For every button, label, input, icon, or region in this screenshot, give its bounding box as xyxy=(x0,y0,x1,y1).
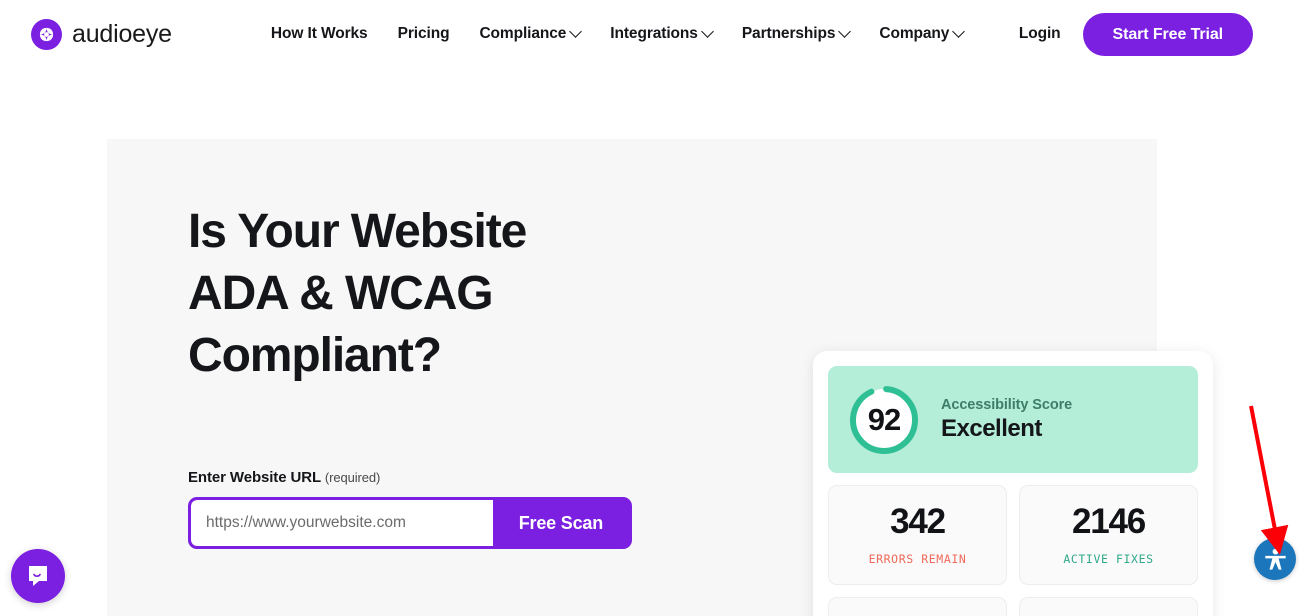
scan-results-card: 92 Accessibility Score Excellent 342 ERR… xyxy=(813,351,1213,616)
scan-form-block: Enter Website URL (required) Free Scan xyxy=(188,469,632,549)
stat-card-errors-remain: 342 ERRORS REMAIN xyxy=(828,485,1007,585)
score-gauge: 92 xyxy=(846,382,922,458)
site-header: audioeye How It Works Pricing Compliance… xyxy=(0,0,1305,68)
logo-link[interactable]: audioeye xyxy=(31,18,172,50)
chevron-down-icon xyxy=(952,24,966,38)
accessibility-widget-button[interactable] xyxy=(1254,538,1296,580)
score-value: 92 xyxy=(867,401,901,437)
title-line-3: Compliant? xyxy=(188,329,442,382)
login-link[interactable]: Login xyxy=(1019,25,1061,43)
nav-item-how-it-works[interactable]: How It Works xyxy=(256,19,383,49)
nav-label: Pricing xyxy=(397,25,450,42)
primary-nav: How It Works Pricing Compliance Integrat… xyxy=(256,19,978,49)
start-free-trial-button[interactable]: Start Free Trial xyxy=(1082,12,1253,56)
score-text-block: Accessibility Score Excellent xyxy=(941,397,1072,443)
chevron-down-icon xyxy=(700,24,714,38)
stat-card-pages-scanned: 87 PAGES SCANNED xyxy=(1019,597,1198,616)
nav-item-integrations[interactable]: Integrations xyxy=(595,19,727,49)
nav-label: How It Works xyxy=(270,25,368,42)
header-actions: Login Start Free Trial xyxy=(1019,12,1253,56)
hero-section: Is Your Website ADA & WCAG Compliant? En… xyxy=(107,139,1213,616)
title-line-1: Is Your Website xyxy=(188,205,527,258)
chevron-down-icon xyxy=(569,24,583,38)
logo-wordmark: audioeye xyxy=(72,19,172,48)
red-arrow-icon xyxy=(1249,405,1289,555)
nav-item-pricing[interactable]: Pricing xyxy=(383,19,465,49)
page-title: Is Your Website ADA & WCAG Compliant? xyxy=(188,201,688,387)
hero-copy: Is Your Website ADA & WCAG Compliant? xyxy=(188,201,688,387)
required-note: (required) xyxy=(324,470,381,485)
stat-label: ERRORS REMAIN xyxy=(868,552,967,566)
stat-value: 342 xyxy=(890,502,946,541)
nav-item-partnerships[interactable]: Partnerships xyxy=(727,19,865,49)
stat-value: 2146 xyxy=(1071,502,1146,541)
url-field-label: Enter Website URL (required) xyxy=(188,469,632,486)
stat-label: ACTIVE FIXES xyxy=(1063,552,1154,566)
url-label-text: Enter Website URL xyxy=(188,469,321,486)
chat-bubble-icon xyxy=(29,566,47,586)
stat-grid: 342 ERRORS REMAIN 2146 ACTIVE FIXES 467 … xyxy=(828,485,1198,616)
nav-label: Integrations xyxy=(610,25,698,42)
title-line-2: ADA & WCAG xyxy=(188,267,494,320)
accessibility-person-icon xyxy=(1264,548,1286,570)
free-scan-button[interactable]: Free Scan xyxy=(492,500,629,546)
chevron-down-icon xyxy=(838,24,852,38)
score-rating: Excellent xyxy=(941,414,1042,442)
nav-label: Compliance xyxy=(479,25,567,42)
stat-card-active-fixes: 2146 ACTIVE FIXES xyxy=(1019,485,1198,585)
accessibility-score-card: 92 Accessibility Score Excellent xyxy=(828,366,1198,473)
chat-launcher-button[interactable] xyxy=(11,549,65,603)
nav-item-compliance[interactable]: Compliance xyxy=(464,19,595,49)
website-url-input[interactable] xyxy=(191,500,493,546)
nav-item-company[interactable]: Company xyxy=(864,19,978,49)
nav-label: Partnerships xyxy=(741,25,836,42)
scan-form: Free Scan xyxy=(188,497,632,549)
nav-label: Company xyxy=(879,25,950,42)
stat-card-total-scans: 467 TOTAL SCANS xyxy=(828,597,1007,616)
audioeye-logo-icon xyxy=(31,18,62,50)
score-caption: Accessibility Score xyxy=(941,396,1073,413)
page-root: audioeye How It Works Pricing Compliance… xyxy=(0,0,1305,616)
